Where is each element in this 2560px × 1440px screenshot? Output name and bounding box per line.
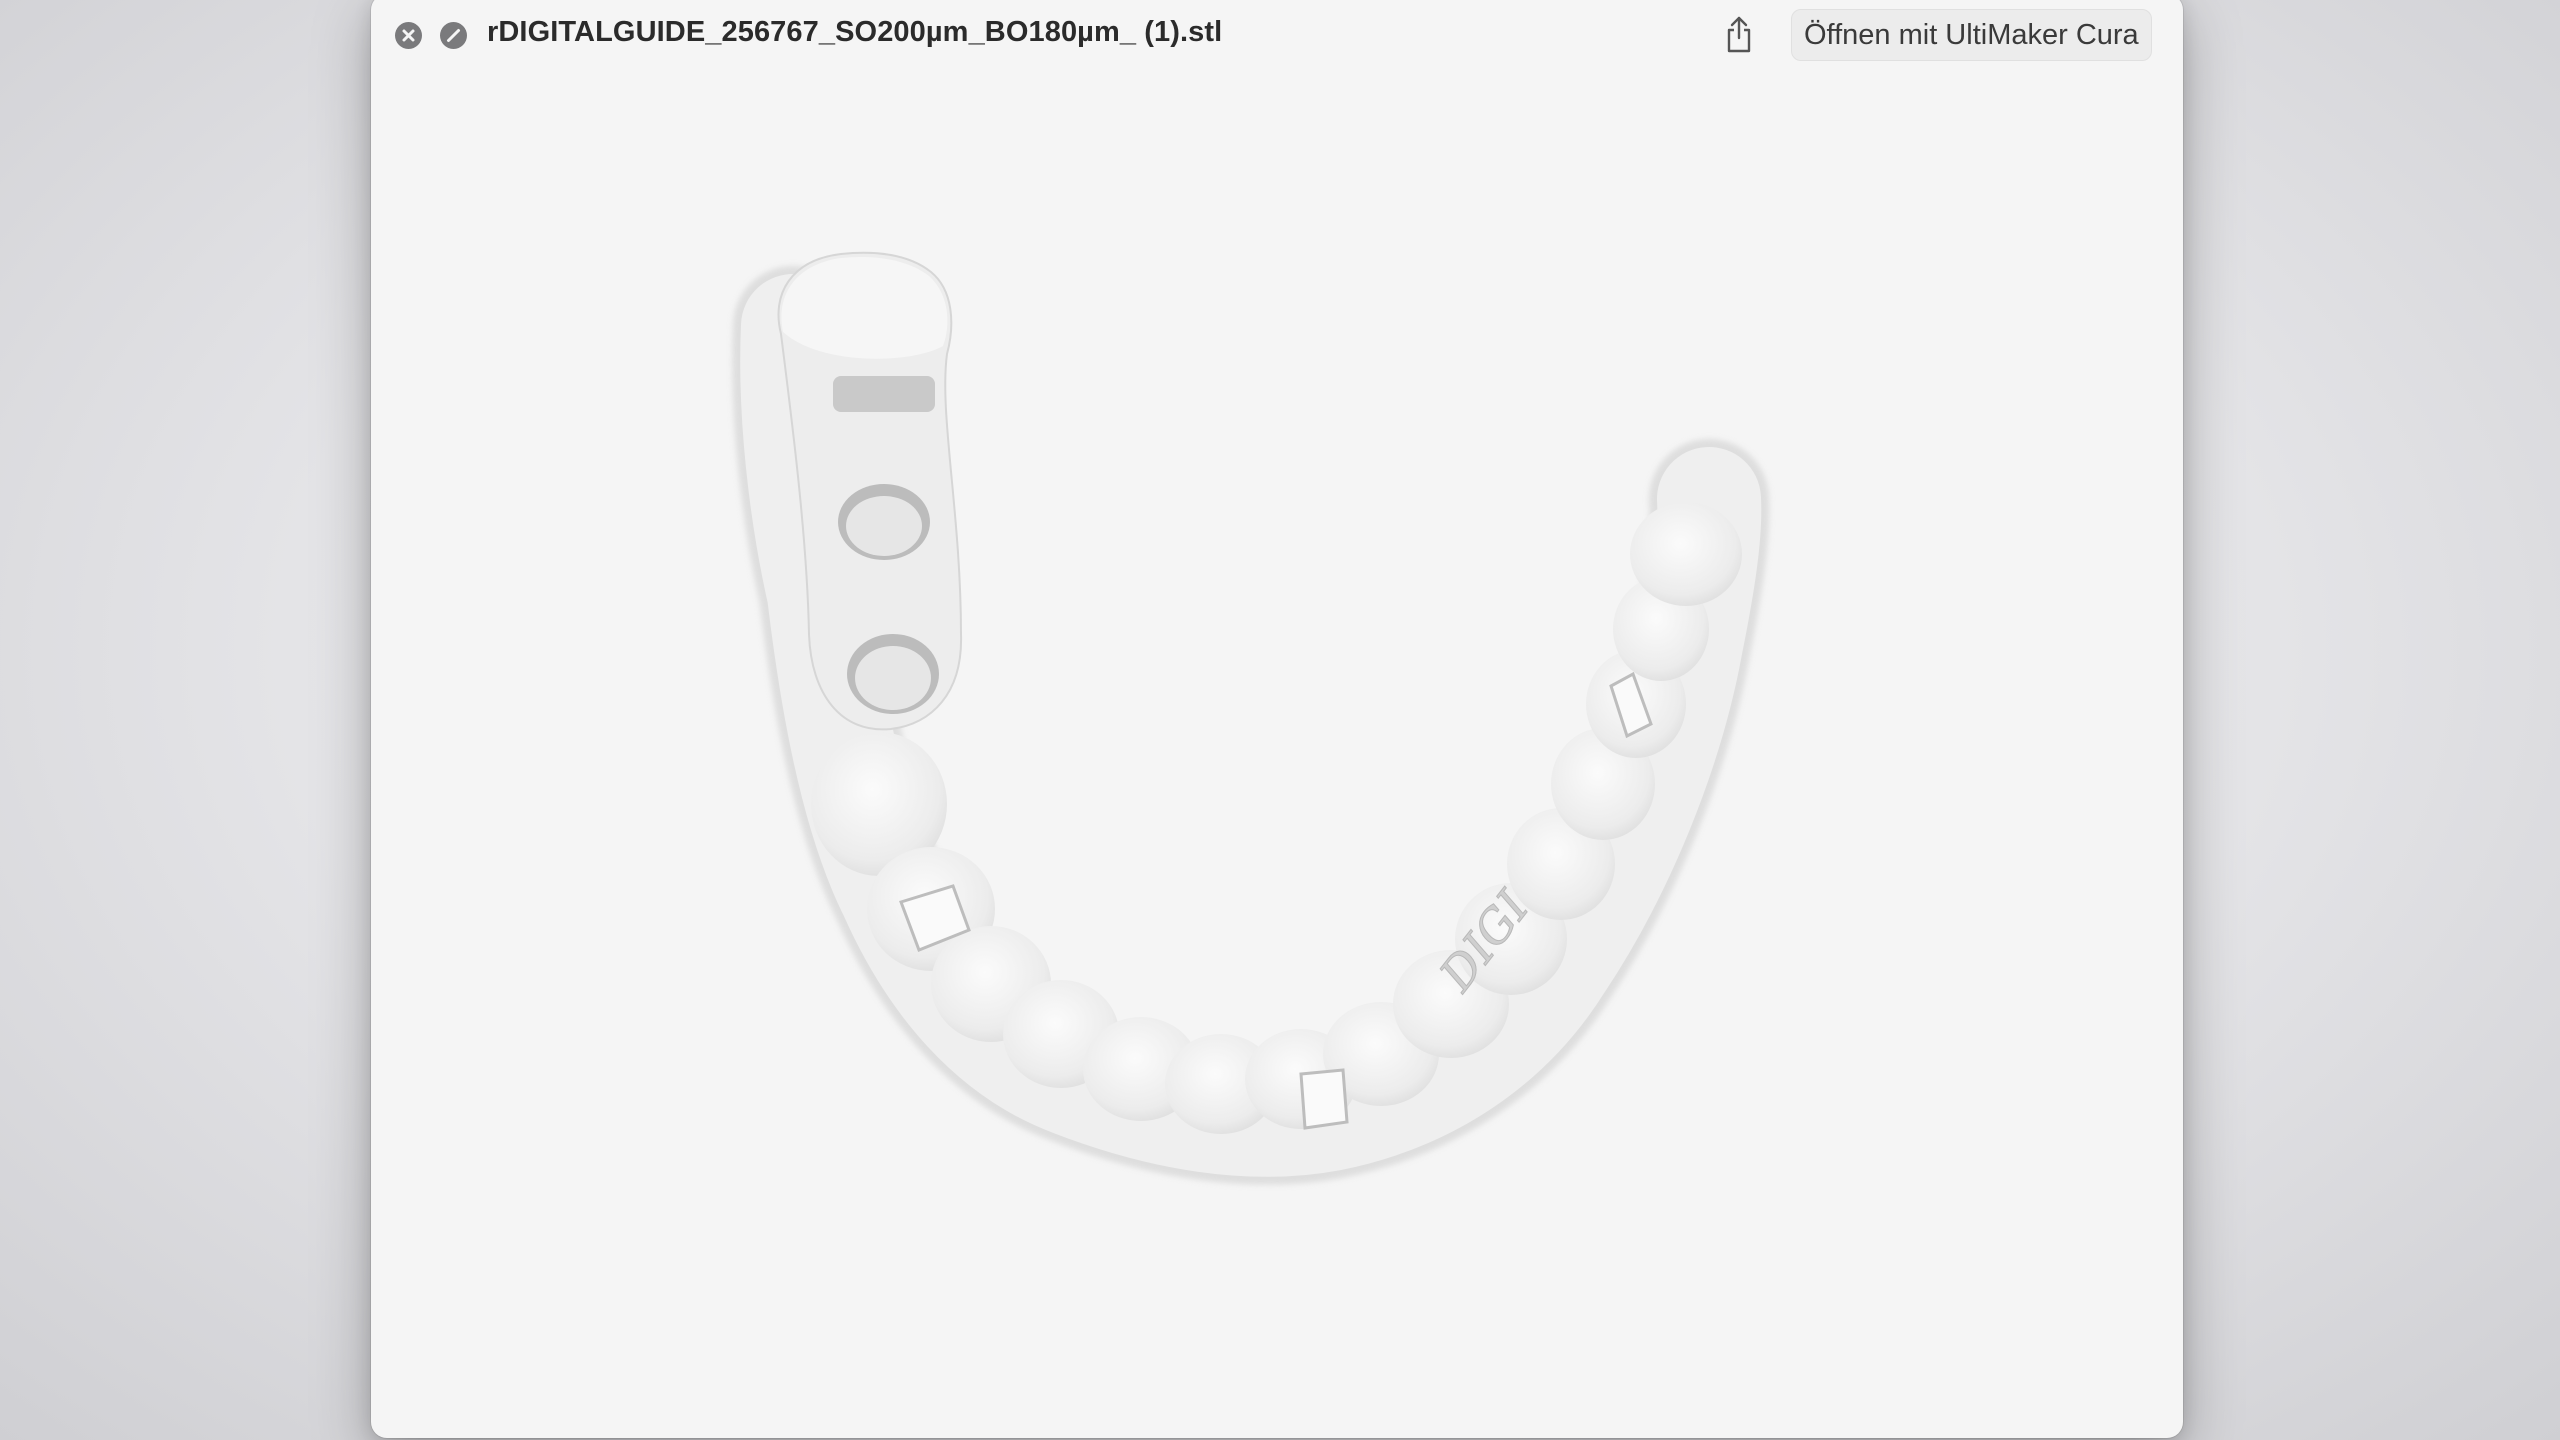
quicklook-window: rDIGITALGUIDE_256767_SO200µm_BO180µm_ (1… [371,0,2183,1438]
open-with-cura-button[interactable]: Öffnen mit UltiMaker Cura [1791,9,2152,61]
title-bar: rDIGITALGUIDE_256767_SO200µm_BO180µm_ (1… [371,0,2183,80]
share-button[interactable] [1718,12,1760,58]
window-title: rDIGITALGUIDE_256767_SO200µm_BO180µm_ (1… [487,16,1223,48]
close-button[interactable] [395,22,422,49]
fullscreen-button[interactable] [440,22,467,49]
fullscreen-icon [447,29,460,42]
dental-guide-3d-model[interactable]: DIGI [371,80,2183,1432]
close-icon [402,29,415,42]
share-icon [1727,16,1751,53]
model-preview[interactable]: DIGI [371,80,2183,1438]
